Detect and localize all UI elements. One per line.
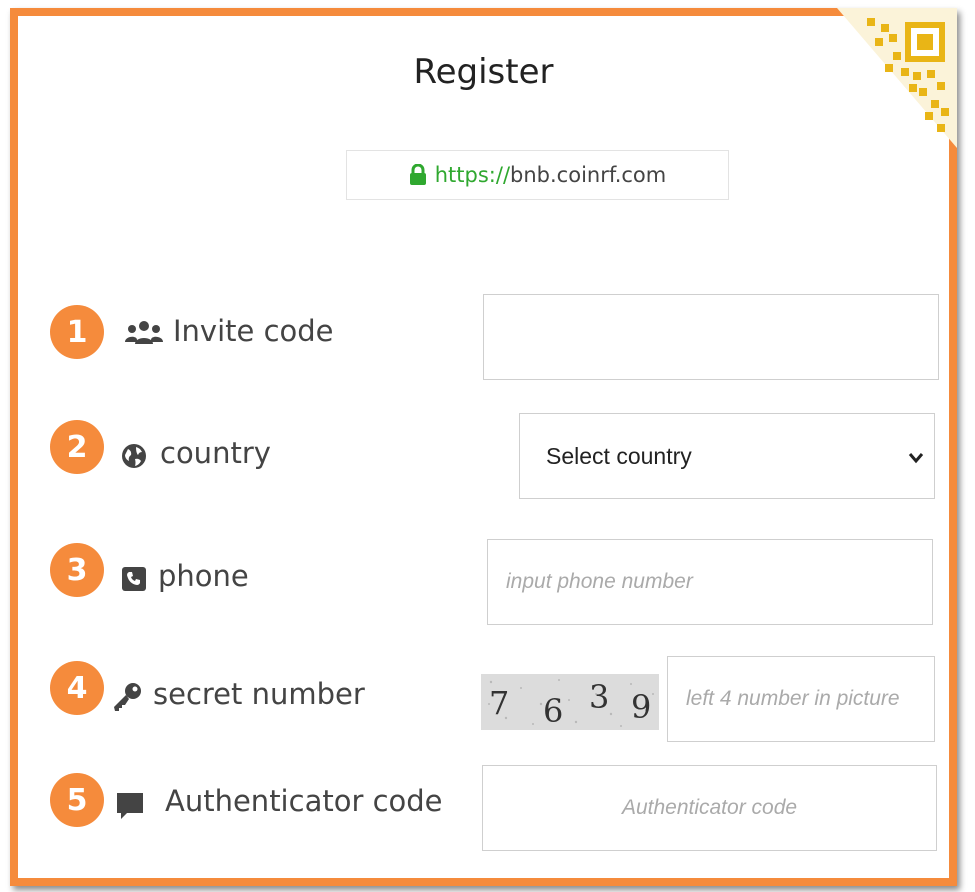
register-panel: Register https:// bnb.coinrf.com 1 Invit… (10, 8, 957, 886)
invite-code-input[interactable] (484, 295, 938, 379)
secret-number-input[interactable] (668, 657, 934, 741)
secret-number-input-box[interactable] (667, 656, 935, 742)
invite-code-input-box[interactable] (483, 294, 939, 380)
country-label: country (160, 436, 271, 470)
users-icon (124, 320, 164, 344)
captcha-digit-1: 7 (489, 684, 509, 722)
url-host: bnb.coinrf.com (510, 163, 667, 187)
secure-url-bar: https:// bnb.coinrf.com (346, 150, 729, 200)
globe-icon (120, 442, 148, 470)
chat-icon (114, 790, 146, 822)
phone-input[interactable] (488, 540, 932, 624)
captcha-digit-2: 6 (543, 692, 563, 730)
phone-input-box[interactable] (487, 539, 933, 625)
authenticator-code-input[interactable] (483, 766, 936, 850)
captcha-image: 7 6 3 9 (481, 674, 659, 730)
authenticator-code-input-box[interactable] (482, 765, 937, 851)
invite-code-label: Invite code (173, 314, 334, 348)
authenticator-code-label: Authenticator code (165, 784, 443, 818)
captcha-digit-4: 9 (631, 688, 651, 726)
step-badge-5: 5 (50, 773, 104, 827)
phone-label: phone (158, 559, 249, 593)
lock-icon (409, 164, 427, 186)
chevron-down-icon (908, 443, 924, 470)
country-select[interactable]: Select country (519, 413, 935, 499)
step-badge-3: 3 (50, 543, 104, 597)
key-icon (110, 680, 144, 714)
secret-number-label: secret number (153, 677, 365, 711)
url-scheme: https:// (434, 163, 511, 187)
phone-icon (120, 565, 148, 593)
step-badge-4: 4 (50, 661, 104, 715)
captcha-digit-3: 3 (589, 678, 609, 716)
page-title: Register (413, 52, 554, 92)
step-badge-1: 1 (50, 305, 104, 359)
step-badge-2: 2 (50, 420, 104, 474)
country-select-value: Select country (546, 442, 692, 469)
